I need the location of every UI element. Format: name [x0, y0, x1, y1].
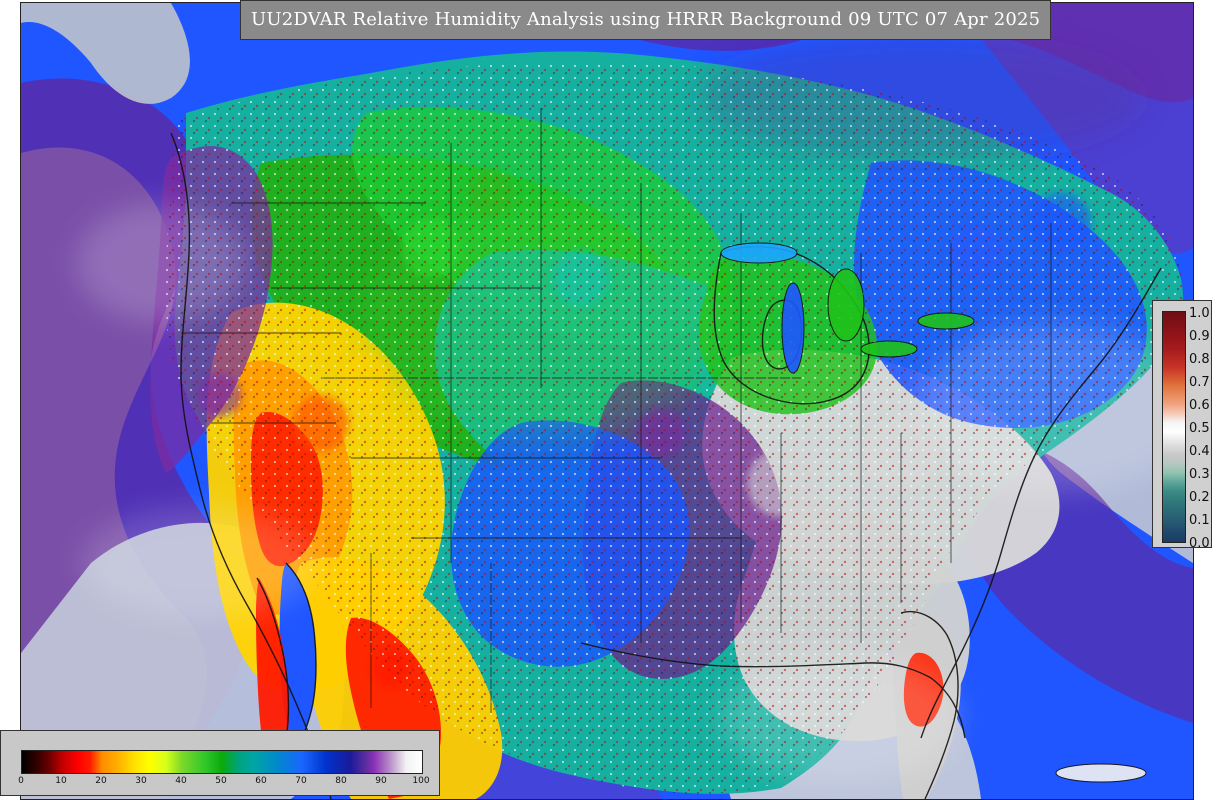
right-colorbar: 1.0 0.9 0.8 0.7 0.6 0.5 0.4 0.3 0.2 0.1 …: [1152, 300, 1212, 551]
stage: UU2DVAR Relative Humidity Analysis using…: [0, 0, 1216, 800]
bottom-tick: 40: [175, 776, 187, 786]
bottom-tick: 10: [55, 776, 67, 786]
right-tick: 0.4: [1189, 444, 1210, 459]
lake-ontario: [917, 312, 975, 330]
lake-michigan: [781, 282, 805, 374]
right-tick: 1.0: [1189, 306, 1210, 321]
right-tick: 0.1: [1189, 513, 1210, 528]
right-tick: 0.0: [1189, 536, 1210, 551]
bottom-tick: 80: [335, 776, 347, 786]
right-tick: 0.2: [1189, 490, 1210, 505]
bottom-tick: 20: [95, 776, 107, 786]
right-tick: 0.8: [1189, 352, 1210, 367]
map-frame: [20, 2, 1194, 800]
bottom-colorbar-scale: [21, 750, 423, 774]
bottom-colorbar: 0 10 20 30 40 50 60 70 80 90 100: [0, 730, 440, 796]
right-tick: 0.7: [1189, 375, 1210, 390]
right-tick: 0.5: [1189, 421, 1210, 436]
map-canvas: [21, 3, 1193, 799]
caribbean-island: [1055, 763, 1147, 783]
bottom-tick: 100: [412, 776, 430, 786]
bottom-tick: 60: [255, 776, 267, 786]
bottom-tick: 90: [375, 776, 387, 786]
lake-erie: [860, 340, 918, 358]
bottom-tick: 70: [295, 776, 307, 786]
bottom-tick: 0: [18, 776, 24, 786]
lake-huron: [827, 268, 865, 342]
right-tick: 0.6: [1189, 398, 1210, 413]
bottom-tick: 50: [215, 776, 227, 786]
bottom-tick: 30: [135, 776, 147, 786]
right-tick: 0.9: [1189, 329, 1210, 344]
right-tick: 0.3: [1189, 467, 1210, 482]
lake-superior: [720, 242, 798, 264]
map-title: UU2DVAR Relative Humidity Analysis using…: [240, 0, 1052, 40]
right-colorbar-scale: [1162, 311, 1186, 543]
